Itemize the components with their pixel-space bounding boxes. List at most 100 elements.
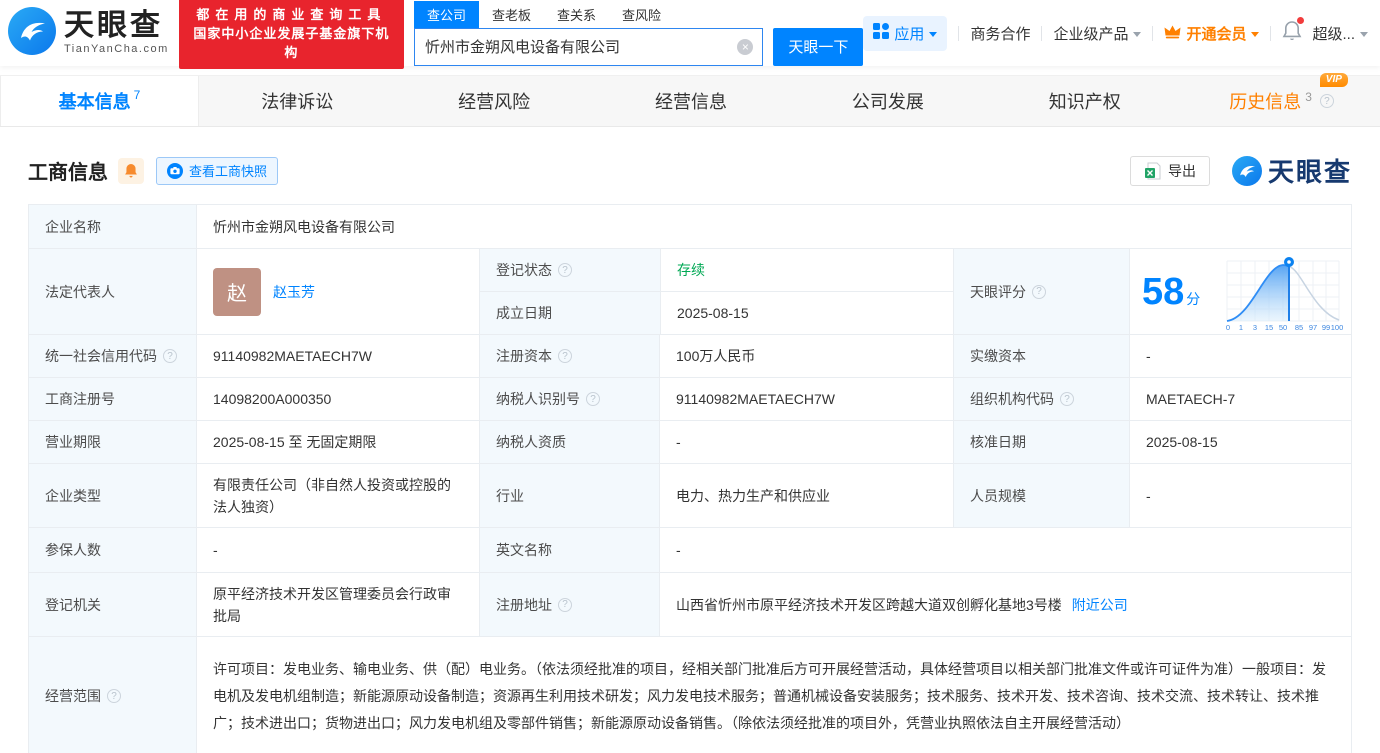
- table-row: 统一社会信用代码 91140982MAETAECH7W 注册资本 100万人民币…: [29, 335, 1351, 378]
- search-tab-boss[interactable]: 查老板: [479, 1, 544, 28]
- org-code-label-cell: 组织机构代码: [953, 378, 1129, 420]
- taxpayer-id-label: 纳税人识别号: [496, 389, 580, 409]
- english-name-label: 英文名称: [479, 528, 659, 572]
- vip-badge: VIP: [1320, 73, 1348, 87]
- search-tab-relation[interactable]: 查关系: [544, 1, 609, 28]
- reg-authority-label: 登记机关: [29, 573, 196, 636]
- legal-rep-label: 法定代表人: [29, 249, 196, 334]
- table-row: 企业类型 有限责任公司（非自然人投资或控股的法人独资） 行业 电力、热力生产和供…: [29, 464, 1351, 528]
- help-icon[interactable]: [107, 689, 121, 703]
- tab-business-info[interactable]: 经营信息: [593, 76, 790, 126]
- reg-authority-value: 原平经济技术开发区管理委员会行政审批局: [196, 573, 479, 636]
- paid-capital-label: 实缴资本: [953, 335, 1129, 377]
- tab-legal-proceedings[interactable]: 法律诉讼: [199, 76, 396, 126]
- reg-address-label-cell: 注册地址: [479, 573, 659, 636]
- user-account-menu[interactable]: 超级...: [1312, 23, 1368, 44]
- table-row: 企业名称 忻州市金朔风电设备有限公司: [29, 205, 1351, 249]
- divider: [1041, 26, 1042, 41]
- export-button[interactable]: 导出: [1130, 156, 1210, 186]
- help-icon[interactable]: [1060, 392, 1074, 406]
- biz-scope-label-cell: 经营范围: [29, 637, 196, 753]
- search-tab-company[interactable]: 查公司: [414, 1, 479, 28]
- view-business-snapshot-label: 查看工商快照: [189, 161, 267, 180]
- tab-intellectual-property[interactable]: 知识产权: [986, 76, 1183, 126]
- tab-company-development[interactable]: 公司发展: [789, 76, 986, 126]
- tab-operating-risk[interactable]: 经营风险: [396, 76, 593, 126]
- open-vip-menu[interactable]: 开通会员: [1164, 23, 1259, 44]
- tab-basic-info-count: 7: [134, 88, 141, 102]
- uscc-label-cell: 统一社会信用代码: [29, 335, 196, 377]
- slogan-line1: 都在用的商业查询工具: [189, 5, 394, 24]
- org-code-value: MAETAECH-7: [1129, 378, 1351, 420]
- search-button[interactable]: 天眼一下: [773, 28, 863, 66]
- reg-capital-label-cell: 注册资本: [479, 335, 659, 377]
- slogan-banner: 都在用的商业查询工具 国家中小企业发展子基金旗下机构: [179, 0, 404, 69]
- slogan-line2: 国家中小企业发展子基金旗下机构: [189, 24, 394, 62]
- tab-company-development-label: 公司发展: [852, 88, 924, 114]
- taxpayer-id-value: 91140982MAETAECH7W: [659, 378, 953, 420]
- company-name-value: 忻州市金朔风电设备有限公司: [196, 205, 1351, 248]
- industry-label: 行业: [479, 464, 659, 527]
- tab-basic-info[interactable]: 基本信息 7: [0, 76, 199, 126]
- tab-history-info-count: 3: [1305, 90, 1312, 104]
- enterprise-products-label: 企业级产品: [1053, 23, 1128, 44]
- help-icon[interactable]: [1032, 285, 1046, 299]
- nearby-companies-link[interactable]: 附近公司: [1072, 595, 1128, 615]
- help-icon[interactable]: [1320, 94, 1334, 108]
- score-label: 天眼评分: [970, 282, 1026, 302]
- legal-rep-cell: 赵 赵玉芳: [196, 249, 479, 334]
- help-icon[interactable]: [558, 263, 572, 277]
- user-name-label: 超级...: [1312, 23, 1355, 44]
- tianyancha-logo[interactable]: 天眼查 TianYanCha.com: [8, 7, 169, 60]
- crown-icon: [1164, 24, 1181, 43]
- view-business-snapshot-button[interactable]: 查看工商快照: [156, 157, 278, 185]
- enterprise-products-menu[interactable]: 企业级产品: [1053, 23, 1141, 44]
- export-label: 导出: [1168, 161, 1196, 181]
- biz-scope-value: 许可项目：发电业务、输电业务、供（配）电业务。（依法须经批准的项目，经相关部门批…: [196, 637, 1351, 753]
- apps-label: 应用: [894, 23, 924, 44]
- search-input[interactable]: [414, 28, 763, 66]
- reg-address-value: 山西省忻州市原平经济技术开发区跨越大道双创孵化基地3号楼: [676, 595, 1062, 615]
- search-tab-risk[interactable]: 查风险: [609, 1, 674, 28]
- camera-icon: [167, 163, 183, 179]
- score-label-cell: 天眼评分: [953, 249, 1129, 334]
- reg-status-label: 登记状态: [496, 260, 552, 280]
- table-row: 营业期限 2025-08-15 至 无固定期限 纳税人资质 - 核准日期 202…: [29, 421, 1351, 464]
- biz-scope-label: 经营范围: [45, 686, 101, 706]
- company-type-label: 企业类型: [29, 464, 196, 527]
- score-value: 58: [1142, 271, 1184, 313]
- reg-no-label: 工商注册号: [29, 378, 196, 420]
- clear-search-icon[interactable]: [737, 39, 753, 55]
- divider: [958, 26, 959, 41]
- approval-date-label: 核准日期: [953, 421, 1129, 463]
- reg-address-label: 注册地址: [496, 595, 552, 615]
- chevron-down-icon: [1133, 32, 1141, 37]
- tab-business-info-label: 经营信息: [655, 88, 727, 114]
- uscc-label: 统一社会信用代码: [45, 346, 157, 366]
- legal-rep-link[interactable]: 赵玉芳: [273, 282, 315, 302]
- svg-text:3: 3: [1253, 323, 1257, 331]
- tab-history-info[interactable]: 历史信息 3 VIP: [1183, 76, 1380, 126]
- business-cooperation-link[interactable]: 商务合作: [970, 23, 1030, 44]
- help-icon[interactable]: [163, 349, 177, 363]
- divider: [1270, 26, 1271, 41]
- company-nav-tabs: 基本信息 7 法律诉讼 经营风险 经营信息 公司发展 知识产权 历史信息 3 V…: [0, 75, 1380, 127]
- subscribe-bell-button[interactable]: [118, 158, 144, 184]
- help-icon[interactable]: [558, 598, 572, 612]
- svg-text:97: 97: [1309, 323, 1317, 331]
- notifications-button[interactable]: [1282, 20, 1302, 46]
- company-type-value: 有限责任公司（非自然人投资或控股的法人独资）: [196, 464, 479, 527]
- help-icon[interactable]: [558, 349, 572, 363]
- reg-no-value: 14098200A000350: [196, 378, 479, 420]
- staff-size-value: -: [1129, 464, 1351, 527]
- apps-grid-icon: [873, 23, 889, 43]
- tab-legal-proceedings-label: 法律诉讼: [261, 88, 333, 114]
- apps-menu[interactable]: 应用: [863, 16, 947, 51]
- divider: [1152, 26, 1153, 41]
- help-icon[interactable]: [586, 392, 600, 406]
- taxpayer-id-label-cell: 纳税人识别号: [479, 378, 659, 420]
- notification-dot: [1297, 17, 1304, 24]
- company-name-label: 企业名称: [29, 205, 196, 248]
- biz-term-value: 2025-08-15 至 无固定期限: [196, 421, 479, 463]
- avatar[interactable]: 赵: [213, 268, 261, 316]
